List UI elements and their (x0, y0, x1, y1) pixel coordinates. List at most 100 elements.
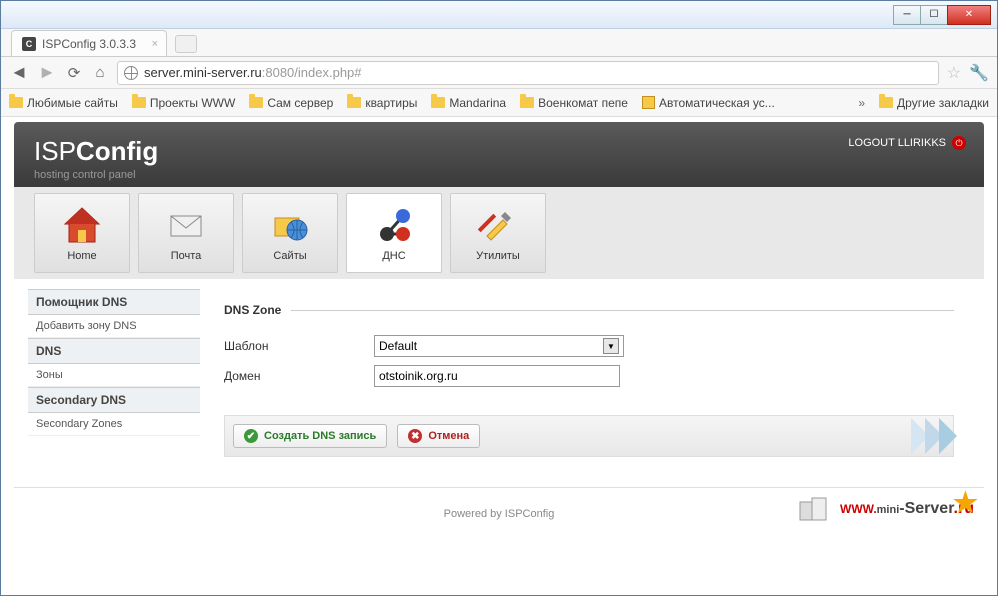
bookmark-item[interactable]: Сам сервер (249, 96, 333, 110)
bookmark-star-icon[interactable]: ☆ (947, 63, 961, 83)
address-bar[interactable]: server.mini-server.ru:8080/index.php# (117, 61, 939, 85)
sidebar-link-add-zone[interactable]: Добавить зону DNS (28, 315, 200, 338)
folder-icon (520, 97, 534, 108)
folder-icon (347, 97, 361, 108)
nav-utils[interactable]: Утилиты (450, 193, 546, 273)
window-close-button[interactable]: ✕ (947, 5, 991, 25)
new-tab-button[interactable] (175, 35, 197, 53)
reload-button[interactable]: ⟳ (65, 64, 83, 82)
window-maximize-button[interactable]: ☐ (920, 5, 948, 25)
tab-close-icon[interactable]: × (152, 38, 158, 50)
page-icon (642, 96, 655, 109)
window-minimize-button[interactable]: ─ (893, 5, 921, 25)
bookmark-label: Любимые сайты (27, 96, 118, 110)
mail-icon (165, 204, 207, 246)
globe-icon (124, 66, 138, 80)
bookmarks-bar: Любимые сайты Проекты WWW Сам сервер ква… (1, 89, 997, 117)
wm-mini: mini (877, 504, 900, 516)
create-label: Создать DNS запись (264, 430, 376, 442)
sidebar-heading-secondary: Secondary DNS (28, 387, 200, 413)
sidebar-link-zones[interactable]: Зоны (28, 364, 200, 387)
decorative-arrows (911, 416, 953, 456)
bookmark-label: Военкомат пепе (538, 96, 628, 110)
tab-favicon: C (22, 37, 36, 51)
browser-tab[interactable]: C ISPConfig 3.0.3.3 × (11, 30, 167, 56)
bookmark-item[interactable]: Автоматическая ус... (642, 96, 775, 110)
check-icon: ✔ (244, 429, 258, 443)
logo-part2: Config (76, 136, 158, 166)
footer-text: Powered by ISPConfig (444, 508, 555, 520)
bookmark-label: Автоматическая ус... (659, 96, 775, 110)
dropdown-arrow-icon: ▼ (603, 338, 619, 354)
nav-label: Сайты (273, 250, 306, 262)
home-icon (61, 204, 103, 246)
template-value: Default (379, 339, 417, 353)
app-logo: ISPConfig (34, 136, 964, 167)
sidebar: Помощник DNS Добавить зону DNS DNS Зоны … (14, 279, 214, 467)
cancel-icon: ✖ (408, 429, 422, 443)
bookmarks-overflow-icon[interactable]: » (858, 96, 865, 110)
url-host: server.mini-server.ru (144, 65, 262, 80)
folder-icon (879, 97, 893, 108)
power-icon: ⏻ (952, 136, 966, 150)
folder-icon (9, 97, 23, 108)
bookmark-label: Mandarina (449, 96, 506, 110)
wm-www: WWW. (840, 502, 877, 516)
forward-button[interactable]: ► (37, 63, 57, 83)
domain-input[interactable] (374, 365, 620, 387)
nav-label: Утилиты (476, 250, 520, 262)
logout-label: LOGOUT LLIRIKKS (848, 137, 946, 149)
wm-server: -Server (899, 500, 953, 517)
app-subtitle: hosting control panel (34, 169, 964, 181)
bookmark-label: Проекты WWW (150, 96, 235, 110)
template-label: Шаблон (224, 339, 374, 353)
bookmark-item[interactable]: Любимые сайты (9, 96, 118, 110)
bookmark-item[interactable]: Mandarina (431, 96, 506, 110)
top-nav: Home Почта Сайты (14, 187, 984, 279)
nav-label: Почта (171, 250, 202, 262)
form-legend: DNS Zone (224, 303, 954, 317)
legend-text: DNS Zone (224, 303, 281, 317)
other-bookmarks[interactable]: Другие закладки (879, 96, 989, 110)
browser-toolbar: ◄ ► ⟳ ⌂ server.mini-server.ru:8080/index… (1, 57, 997, 89)
folder-icon (132, 97, 146, 108)
window-titlebar: ─ ☐ ✕ (1, 1, 997, 29)
app-header: ISPConfig hosting control panel LOGOUT L… (14, 122, 984, 187)
create-button[interactable]: ✔ Создать DNS запись (233, 424, 387, 448)
settings-wrench-icon[interactable]: 🔧 (969, 63, 989, 83)
bookmark-item[interactable]: Проекты WWW (132, 96, 235, 110)
watermark: WWW.mini-Server.ru ★ (796, 494, 974, 524)
star-icon: ★ (953, 486, 978, 519)
browser-tab-strip: C ISPConfig 3.0.3.3 × (1, 29, 997, 57)
folder-icon (431, 97, 445, 108)
folder-icon (249, 97, 263, 108)
sites-icon (269, 204, 311, 246)
nav-dns[interactable]: ДНС (346, 193, 442, 273)
nav-label: Home (67, 250, 96, 262)
nav-home[interactable]: Home (34, 193, 130, 273)
bookmark-label: Другие закладки (897, 96, 989, 110)
nav-mail[interactable]: Почта (138, 193, 234, 273)
bookmark-item[interactable]: квартиры (347, 96, 417, 110)
bookmark-item[interactable]: Военкомат пепе (520, 96, 628, 110)
sidebar-heading-dns: DNS (28, 338, 200, 364)
template-select[interactable]: Default ▼ (374, 335, 624, 357)
footer: Powered by ISPConfig WWW.mini-Server.ru … (14, 487, 984, 530)
logo-part1: ISP (34, 136, 76, 166)
cancel-label: Отмена (428, 430, 469, 442)
domain-label: Домен (224, 369, 374, 383)
url-path: :8080/index.php# (262, 65, 362, 80)
page-content: ISPConfig hosting control panel LOGOUT L… (2, 118, 996, 594)
action-bar: ✔ Создать DNS запись ✖ Отмена (224, 415, 954, 457)
tab-title: ISPConfig 3.0.3.3 (42, 37, 136, 51)
sidebar-heading-wizard: Помощник DNS (28, 289, 200, 315)
back-button[interactable]: ◄ (9, 63, 29, 83)
bookmark-label: квартиры (365, 96, 417, 110)
cancel-button[interactable]: ✖ Отмена (397, 424, 480, 448)
home-button[interactable]: ⌂ (91, 64, 109, 82)
sidebar-link-secondary-zones[interactable]: Secondary Zones (28, 413, 200, 436)
nav-sites[interactable]: Сайты (242, 193, 338, 273)
logout-link[interactable]: LOGOUT LLIRIKKS ⏻ (848, 136, 966, 150)
tools-icon (477, 204, 519, 246)
url-text: server.mini-server.ru:8080/index.php# (144, 65, 362, 80)
